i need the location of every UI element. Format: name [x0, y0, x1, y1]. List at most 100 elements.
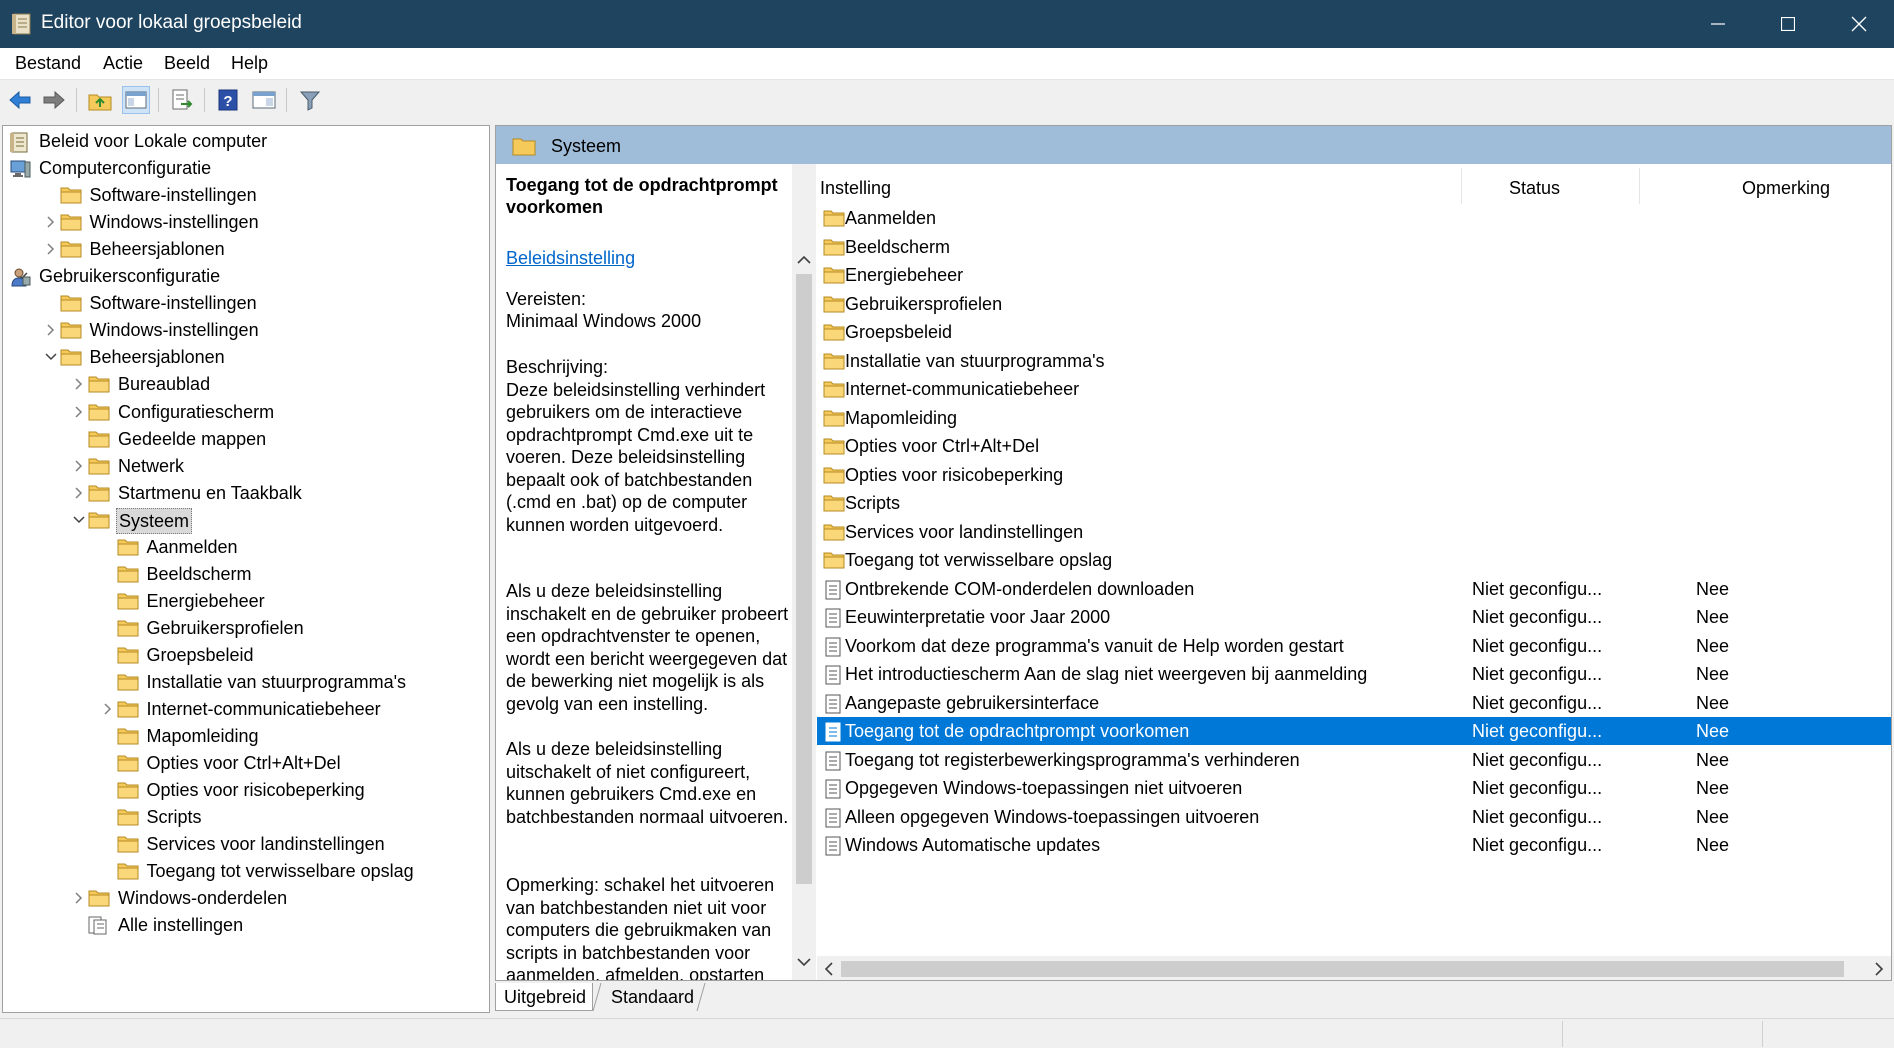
tree-item[interactable]: Opties voor risicobeperking	[3, 777, 489, 803]
table-row[interactable]: Eeuwinterpretatie voor Jaar 2000 Niet gec…	[817, 603, 1891, 631]
table-row[interactable]: Aangepaste gebruikersinterface Niet gecon…	[817, 689, 1891, 717]
tab-standaard[interactable]: Standaard	[611, 983, 701, 1011]
list-item-folder[interactable]: Toegang tot verwisselbare opslag	[817, 546, 1891, 574]
list-item-folder[interactable]: Scripts	[817, 489, 1891, 517]
tree-item[interactable]: Gebruikersprofielen	[3, 615, 489, 641]
folder-icon	[88, 485, 110, 502]
menu-help[interactable]: Help	[231, 53, 268, 74]
list-horizontal-scrollbar[interactable]	[817, 956, 1891, 980]
tree-item[interactable]: Software-instellingen	[3, 182, 489, 208]
list-item-folder[interactable]: Internet-communicatiebeheer	[817, 375, 1891, 403]
expand-toggle[interactable]	[72, 486, 86, 500]
list-item-folder[interactable]: Installatie van stuurprogramma's	[817, 347, 1891, 375]
list-item-folder[interactable]: Opties voor Ctrl+Alt+Del	[817, 432, 1891, 460]
scroll-up-button[interactable]	[792, 248, 816, 272]
scroll-right-button[interactable]	[1867, 956, 1891, 980]
expand-toggle[interactable]	[44, 215, 58, 229]
table-row[interactable]: Toegang tot de opdrachtprompt voorkomen N…	[817, 717, 1891, 745]
help-button[interactable]: ?	[214, 86, 242, 114]
list-item-folder[interactable]: Opties voor risicobeperking	[817, 461, 1891, 489]
list-item-folder[interactable]: Services voor landinstellingen	[817, 518, 1891, 546]
expand-toggle[interactable]	[72, 891, 86, 905]
minimize-button[interactable]	[1683, 0, 1753, 48]
scroll-thumb[interactable]	[841, 961, 1844, 977]
tree-item[interactable]: Gebruikersconfiguratie	[3, 263, 489, 289]
tree-item[interactable]: Configuratiescherm	[3, 399, 489, 425]
tree-item[interactable]: Startmenu en Taakbalk	[3, 480, 489, 506]
up-folder-button[interactable]	[86, 86, 114, 114]
tree-item[interactable]: Services voor landinstellingen	[3, 831, 489, 857]
scroll-left-button[interactable]	[817, 956, 841, 980]
table-row[interactable]: Toegang tot registerbewerkingsprogramma'…	[817, 746, 1891, 774]
tree-item[interactable]: Windows-instellingen	[3, 317, 489, 343]
settings-list[interactable]: Instelling Status Opmerking Aanmelden Bee…	[817, 164, 1891, 980]
menu-actie[interactable]: Actie	[103, 53, 143, 74]
tree-item[interactable]: Bureaublad	[3, 371, 489, 397]
back-button[interactable]	[6, 86, 34, 114]
tree-item[interactable]: Beleid voor Lokale computer	[3, 128, 489, 154]
table-row[interactable]: Ontbrekende COM-onderdelen downloaden Nie…	[817, 575, 1891, 603]
tree-item[interactable]: Software-instellingen	[3, 290, 489, 316]
tree-item[interactable]: Windows-instellingen	[3, 209, 489, 235]
scroll-down-button[interactable]	[792, 950, 816, 974]
table-row[interactable]: Windows Automatische updates Niet geconfi…	[817, 831, 1891, 859]
menu-beeld[interactable]: Beeld	[164, 53, 210, 74]
expand-toggle[interactable]	[72, 513, 86, 527]
tree-item[interactable]: Beheersjablonen	[3, 344, 489, 370]
list-item-folder[interactable]: Energiebeheer	[817, 261, 1891, 289]
filter-button[interactable]	[296, 86, 324, 114]
policy-setting-link[interactable]: Beleidsinstelling	[506, 248, 635, 269]
tree-item[interactable]: Mapomleiding	[3, 723, 489, 749]
column-header-setting[interactable]: Instelling	[820, 178, 891, 199]
tree-pane[interactable]: Beleid voor Lokale computer Computerconfi…	[2, 125, 490, 1013]
forward-button[interactable]	[40, 86, 68, 114]
properties-view-button[interactable]	[250, 86, 278, 114]
table-row[interactable]: Alleen opgegeven Windows-toepassingen ui…	[817, 803, 1891, 831]
menu-bestand[interactable]: Bestand	[15, 53, 81, 74]
export-list-button[interactable]	[168, 86, 196, 114]
close-button[interactable]	[1824, 0, 1894, 48]
svg-text:?: ?	[223, 93, 232, 110]
expand-toggle[interactable]	[72, 377, 86, 391]
column-header-state[interactable]: Status	[1509, 178, 1560, 199]
show-hide-tree-button[interactable]	[122, 86, 150, 114]
tab-uitgebreid[interactable]: Uitgebreid	[495, 983, 593, 1011]
tree-item[interactable]: Netwerk	[3, 453, 489, 479]
folder-icon	[823, 467, 845, 483]
tree-item[interactable]: Beeldscherm	[3, 561, 489, 587]
description-scrollbar[interactable]	[792, 164, 816, 980]
list-item-folder[interactable]: Gebruikersprofielen	[817, 290, 1891, 318]
tree-item[interactable]: Toegang tot verwisselbare opslag	[3, 858, 489, 884]
tree-item[interactable]: Scripts	[3, 804, 489, 830]
tree-item[interactable]: Computerconfiguratie	[3, 155, 489, 181]
tree-item[interactable]: Windows-onderdelen	[3, 885, 489, 911]
expand-toggle[interactable]	[44, 242, 58, 256]
expand-toggle[interactable]	[101, 702, 115, 716]
tree-item[interactable]: Gedeelde mappen	[3, 426, 489, 452]
list-item-folder[interactable]: Beeldscherm	[817, 233, 1891, 261]
maximize-button[interactable]	[1753, 0, 1823, 48]
list-item-folder[interactable]: Mapomleiding	[817, 404, 1891, 432]
expand-toggle[interactable]	[72, 405, 86, 419]
tree-item[interactable]: Beheersjablonen	[3, 236, 489, 262]
table-row[interactable]: Het introductiescherm Aan de slag niet w…	[817, 660, 1891, 688]
table-row[interactable]: Opgegeven Windows-toepassingen niet uitv…	[817, 774, 1891, 802]
tree-item[interactable]: Opties voor Ctrl+Alt+Del	[3, 750, 489, 776]
tree-item[interactable]: Systeem	[3, 507, 489, 534]
scroll-thumb[interactable]	[796, 274, 812, 884]
column-header-comment[interactable]: Opmerking	[1742, 178, 1830, 199]
tree-item[interactable]: Groepsbeleid	[3, 642, 489, 668]
table-row[interactable]: Voorkom dat deze programma's vanuit de H…	[817, 632, 1891, 660]
tree-item[interactable]: Aanmelden	[3, 534, 489, 560]
expand-toggle[interactable]	[44, 350, 58, 364]
expand-toggle[interactable]	[72, 459, 86, 473]
tree-item[interactable]: Installatie van stuurprogramma's	[3, 669, 489, 695]
expand-toggle[interactable]	[44, 323, 58, 337]
tree-item[interactable]: Energiebeheer	[3, 588, 489, 614]
tree-item-label: Netwerk	[118, 455, 185, 476]
tree-item[interactable]: Internet-communicatiebeheer	[3, 696, 489, 722]
list-item-folder[interactable]: Groepsbeleid	[817, 318, 1891, 346]
tree-item[interactable]: Alle instellingen	[3, 912, 489, 938]
tab-label: Uitgebreid	[504, 987, 587, 1007]
list-item-folder[interactable]: Aanmelden	[817, 204, 1891, 232]
